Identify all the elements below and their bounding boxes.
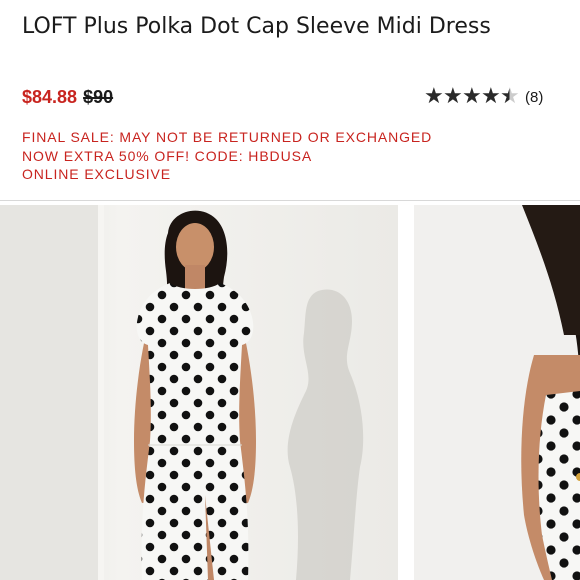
product-image-gallery[interactable] [0,205,580,580]
product-header: LOFT Plus Polka Dot Cap Sleeve Midi Dres… [0,0,580,201]
product-image-main[interactable] [0,205,398,580]
product-image-secondary[interactable] [414,205,580,580]
half-star-icon: ★ [500,84,520,109]
promo-line: FINAL SALE: MAY NOT BE RETURNED OR EXCHA… [22,129,433,145]
sale-price: $84.88 [22,86,78,107]
star-icon: ★ [443,84,463,109]
rating-stars: ★ ★ ★ ★ ★ [424,84,520,109]
star-icon: ★ [481,84,501,109]
promo-line: NOW EXTRA 50% OFF! CODE: HBDUSA [22,147,313,164]
model-closeup-photo [414,205,580,580]
promo-line: ONLINE EXCLUSIVE [22,166,171,182]
rating-count[interactable]: (8) [525,89,543,106]
price-row: $84.88 $90 [22,84,113,110]
product-title: LOFT Plus Polka Dot Cap Sleeve Midi Dres… [22,14,491,39]
star-icon: ★ [462,84,482,109]
model-photo [0,205,398,580]
original-price: $90 [83,86,114,107]
promo-messages: FINAL SALE: MAY NOT BE RETURNED OR EXCHA… [22,128,432,184]
rating[interactable]: ★ ★ ★ ★ ★ (8) [424,86,543,108]
star-icon: ★ [424,84,444,109]
